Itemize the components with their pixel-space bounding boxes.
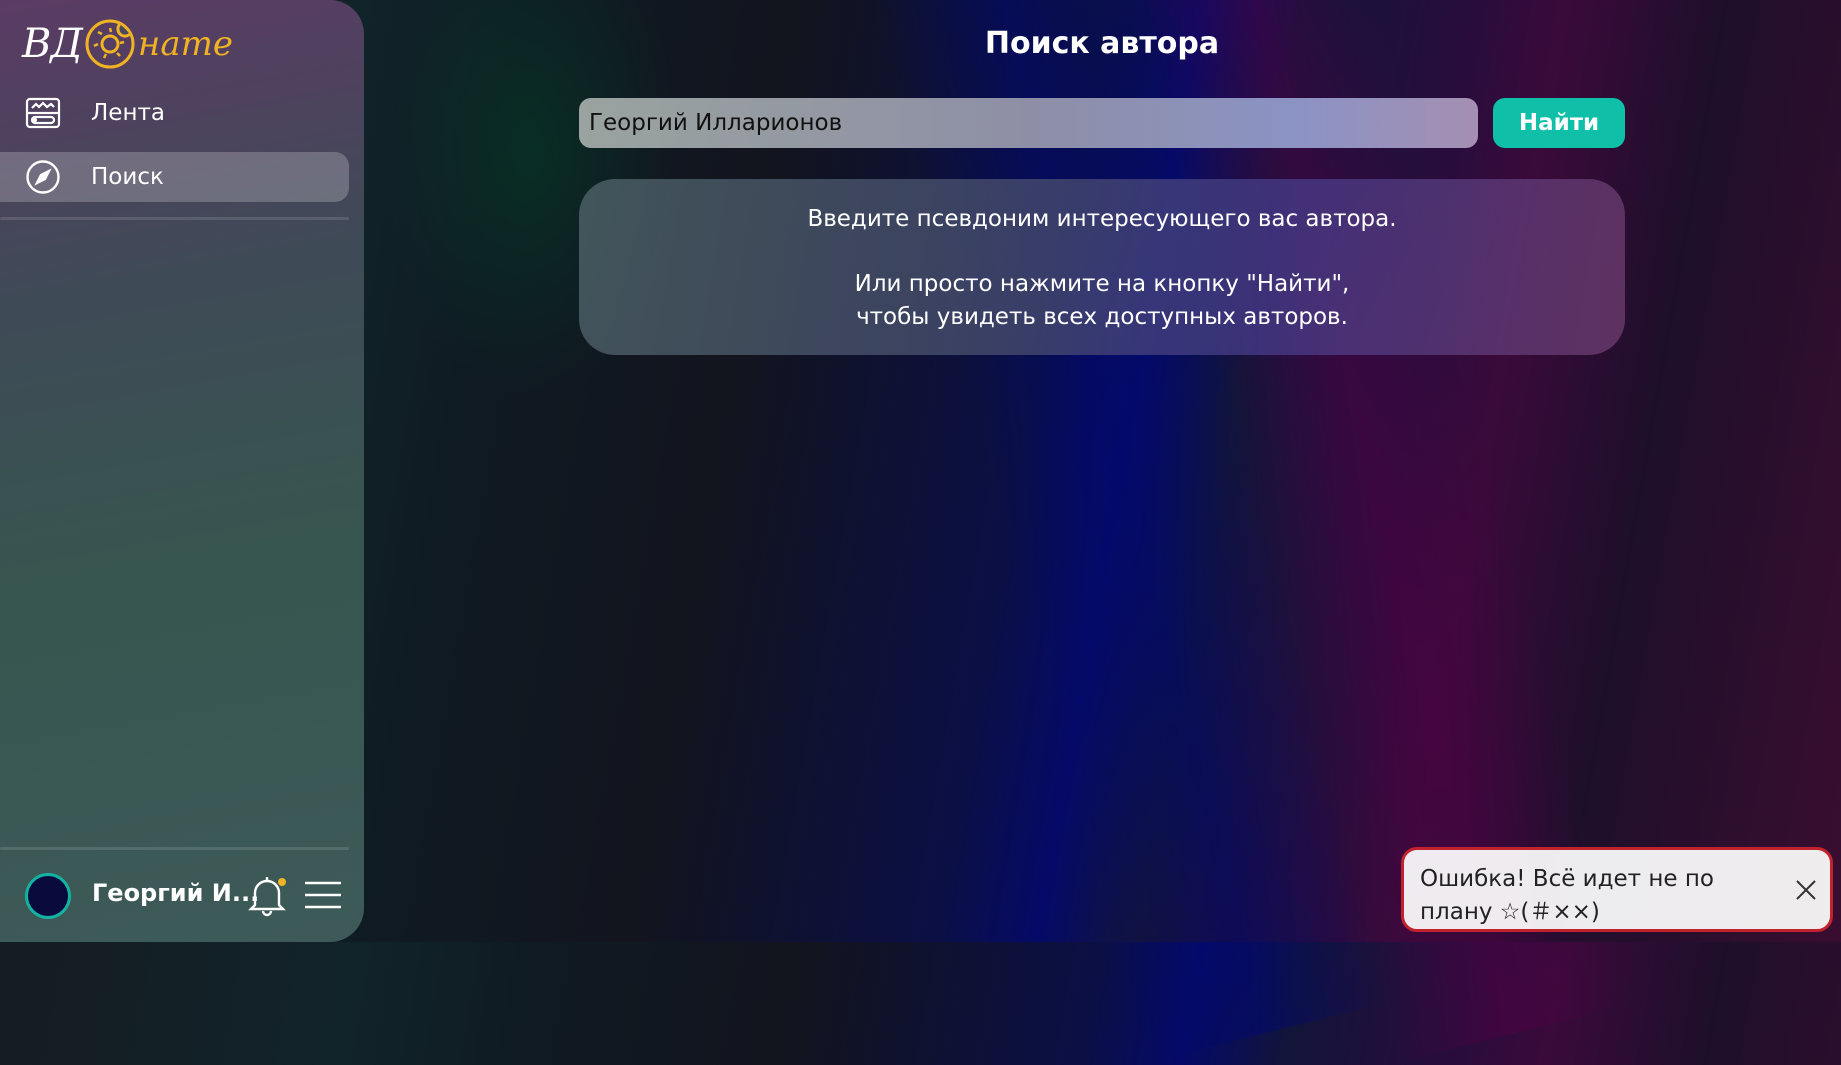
feed-icon [25, 95, 61, 131]
hamburger-menu-icon[interactable] [303, 879, 343, 911]
sidebar-item-label: Лента [91, 100, 165, 126]
bell-icon[interactable] [247, 873, 287, 917]
notification-dot [278, 878, 286, 886]
search-input[interactable] [579, 98, 1478, 148]
close-icon[interactable] [1795, 879, 1817, 901]
divider [0, 217, 349, 220]
sidebar-item-label: Поиск [91, 164, 164, 190]
compass-icon [25, 159, 61, 195]
info-text: чтобы увидеть всех доступных авторов. [856, 304, 1348, 330]
page-title: Поиск автора [984, 26, 1220, 61]
user-name[interactable]: Георгий И... [92, 879, 259, 907]
search-button[interactable]: Найти [1493, 98, 1625, 148]
info-text: Или просто нажмите на кнопку "Найти", [854, 271, 1350, 297]
avatar[interactable] [25, 873, 71, 919]
info-text: Введите псевдоним интересующего вас авто… [807, 206, 1397, 232]
toast-message: Ошибка! Всё идет не по плану ☆(＃××) [1420, 866, 1715, 925]
info-card: Введите псевдоним интересующего вас авто… [579, 179, 1625, 355]
sidebar: ВД нате Лента Поиск Георгий И... [0, 0, 364, 942]
sidebar-item-search[interactable]: Поиск [0, 152, 349, 202]
sidebar-item-feed[interactable]: Лента [0, 88, 349, 138]
error-toast: Ошибка! Всё идет не по плану ☆(＃××) [1401, 847, 1833, 932]
user-bar: Георгий И... [0, 849, 364, 942]
